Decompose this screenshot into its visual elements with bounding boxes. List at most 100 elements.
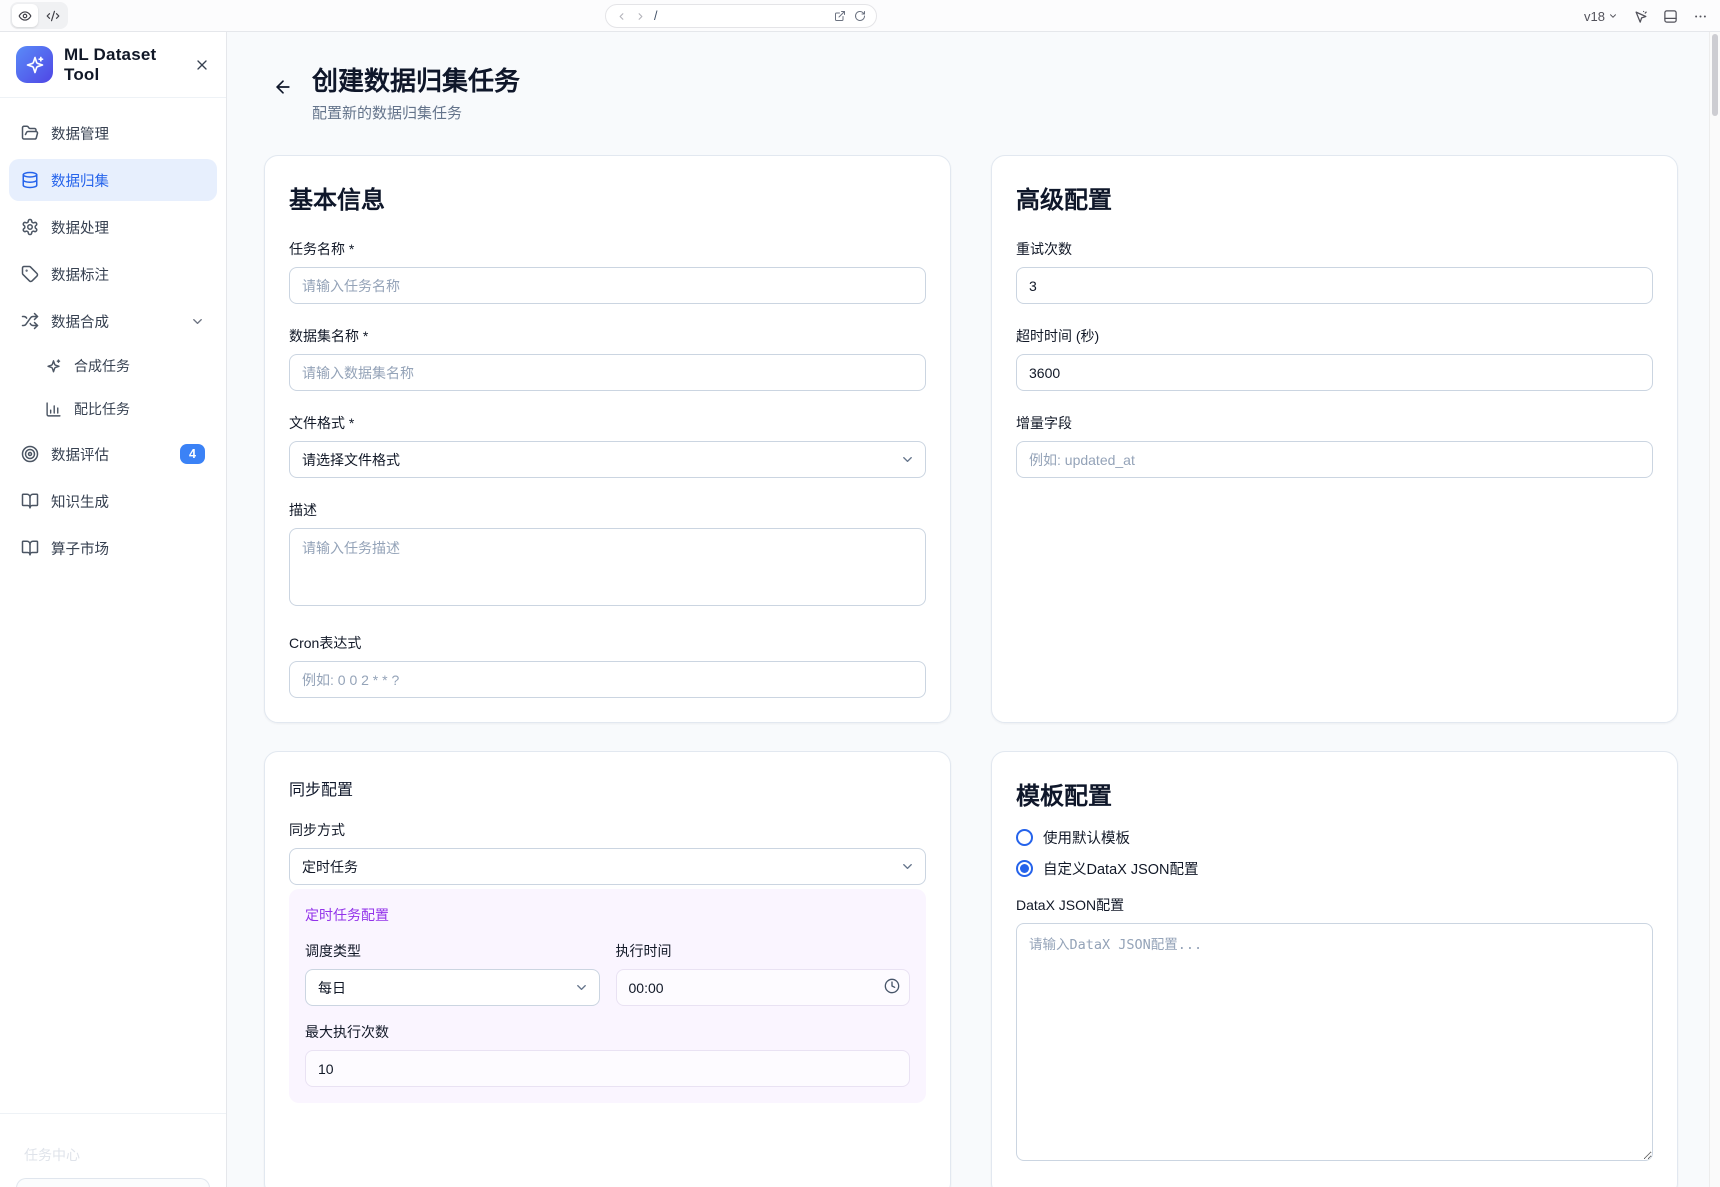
advanced-config-title: 高级配置 — [1016, 180, 1653, 215]
radio-button-icon[interactable] — [1016, 829, 1033, 846]
folder-icon — [21, 124, 39, 142]
max-executions-field-group: 最大执行次数 — [305, 1022, 910, 1087]
custom-datax-radio-row[interactable]: 自定义DataX JSON配置 — [1016, 858, 1653, 879]
eye-icon — [18, 9, 32, 23]
chevron-down-icon — [574, 980, 589, 995]
chevron-down-icon — [900, 859, 915, 874]
sidebar-item-label: 数据合成 — [51, 311, 109, 332]
sync-mode-select[interactable]: 定时任务 — [289, 848, 926, 885]
description-textarea[interactable] — [289, 528, 926, 606]
chevron-down-icon — [900, 452, 915, 467]
sidebar-item-synthesis-task[interactable]: 合成任务 — [33, 347, 217, 385]
page-subtitle: 配置新的数据归集任务 — [312, 102, 520, 123]
sidebar-close-button[interactable] — [194, 57, 210, 73]
timeout-input[interactable] — [1016, 354, 1653, 391]
page-header: 创建数据归集任务 配置新的数据归集任务 — [264, 66, 1678, 123]
code-icon — [46, 9, 60, 23]
description-label: 描述 — [289, 500, 926, 520]
sidebar-item-data-management[interactable]: 数据管理 — [9, 112, 217, 154]
sidebar-item-label: 知识生成 — [51, 491, 109, 512]
radio-button-icon[interactable] — [1016, 860, 1033, 877]
retry-input[interactable] — [1016, 267, 1653, 304]
dataset-name-input[interactable] — [289, 354, 926, 391]
default-template-radio-label: 使用默认模板 — [1043, 827, 1130, 848]
view-mode-toggle — [10, 2, 68, 29]
sidebar-item-data-processing[interactable]: 数据处理 — [9, 206, 217, 248]
nav-back-icon[interactable] — [616, 11, 627, 22]
tag-icon — [21, 265, 39, 283]
refresh-icon[interactable] — [854, 10, 866, 22]
main-content: 创建数据归集任务 配置新的数据归集任务 基本信息 任务名称 * 数据集名称 * — [227, 32, 1720, 1187]
incremental-field-group: 增量字段 — [1016, 413, 1653, 478]
sidebar-item-data-evaluation[interactable]: 数据评估 4 — [9, 433, 217, 475]
default-template-radio-row[interactable]: 使用默认模板 — [1016, 827, 1653, 848]
schedule-type-value: 每日 — [318, 978, 346, 998]
sidebar-item-data-synthesis[interactable]: 数据合成 — [9, 300, 217, 342]
execution-time-input[interactable] — [616, 969, 911, 1006]
description-field-group: 描述 — [289, 500, 926, 611]
file-format-value: 请选择文件格式 — [302, 450, 400, 470]
datax-json-textarea[interactable] — [1016, 923, 1653, 1161]
nav-forward-icon[interactable] — [635, 11, 646, 22]
schedule-config-panel: 定时任务配置 调度类型 每日 — [289, 889, 926, 1103]
execution-time-field-group: 执行时间 — [616, 941, 911, 1006]
advanced-config-card: 高级配置 重试次数 超时时间 (秒) 增量字段 — [991, 155, 1678, 723]
task-name-input[interactable] — [289, 267, 926, 304]
url-path: / — [654, 9, 826, 23]
app-window: / v18 — [0, 0, 1720, 1187]
sidebar-item-ratio-task[interactable]: 配比任务 — [33, 390, 217, 428]
open-external-icon[interactable] — [834, 10, 846, 22]
sparkles-icon — [25, 55, 45, 75]
sidebar-item-data-collection[interactable]: 数据归集 — [9, 159, 217, 201]
sidebar-item-operator-market[interactable]: 算子市场 — [9, 527, 217, 569]
evaluation-count-badge: 4 — [180, 444, 205, 465]
arrow-left-icon — [273, 77, 293, 97]
gear-icon — [21, 218, 39, 236]
sidebar-item-label: 合成任务 — [74, 356, 130, 376]
bar-chart-icon — [45, 401, 62, 418]
file-format-field-group: 文件格式 * 请选择文件格式 — [289, 413, 926, 478]
code-view-button[interactable] — [40, 4, 66, 27]
retry-field-group: 重试次数 — [1016, 239, 1653, 304]
inspect-cursor-icon[interactable] — [1633, 9, 1648, 24]
chevron-down-icon[interactable] — [190, 314, 205, 329]
cron-input[interactable] — [289, 661, 926, 698]
back-button[interactable] — [266, 70, 300, 104]
shuffle-icon — [21, 312, 39, 330]
sidebar-item-data-annotation[interactable]: 数据标注 — [9, 253, 217, 295]
incremental-label: 增量字段 — [1016, 413, 1653, 433]
book-open-icon — [21, 492, 39, 510]
preview-eye-button[interactable] — [12, 4, 38, 27]
timeout-label: 超时时间 (秒) — [1016, 326, 1653, 346]
task-center-panel[interactable] — [16, 1178, 210, 1187]
more-options-icon[interactable] — [1693, 9, 1708, 24]
url-bar[interactable]: / — [605, 4, 877, 28]
basic-info-title: 基本信息 — [289, 180, 926, 215]
file-format-select[interactable]: 请选择文件格式 — [289, 441, 926, 478]
panel-bottom-icon[interactable] — [1663, 9, 1678, 24]
schedule-type-select[interactable]: 每日 — [305, 969, 600, 1006]
cron-field-group: Cron表达式 — [289, 633, 926, 698]
window-scrollbar — [1709, 32, 1720, 1187]
clock-icon[interactable] — [884, 978, 900, 994]
sidebar-item-label: 配比任务 — [74, 399, 130, 419]
dataset-name-label: 数据集名称 * — [289, 326, 926, 346]
sync-config-title: 同步配置 — [289, 776, 926, 800]
chevron-down-icon — [1608, 11, 1618, 21]
task-name-field-group: 任务名称 * — [289, 239, 926, 304]
scrollbar-thumb[interactable] — [1712, 34, 1718, 116]
form-grid: 基本信息 任务名称 * 数据集名称 * 文件格式 * 请选择文件格式 — [264, 155, 1678, 1187]
book-open-icon — [21, 539, 39, 557]
incremental-input[interactable] — [1016, 441, 1653, 478]
toolbar-right-cluster: v18 — [1584, 0, 1708, 32]
version-selector[interactable]: v18 — [1584, 9, 1618, 24]
datax-json-label: DataX JSON配置 — [1016, 895, 1653, 915]
page-title: 创建数据归集任务 — [312, 66, 520, 97]
sidebar-item-knowledge-generation[interactable]: 知识生成 — [9, 480, 217, 522]
dataset-name-field-group: 数据集名称 * — [289, 326, 926, 391]
max-executions-input[interactable] — [305, 1050, 910, 1087]
version-label: v18 — [1584, 9, 1605, 24]
file-format-label: 文件格式 * — [289, 413, 926, 433]
sidebar-item-label: 数据归集 — [51, 170, 109, 191]
timeout-field-group: 超时时间 (秒) — [1016, 326, 1653, 391]
